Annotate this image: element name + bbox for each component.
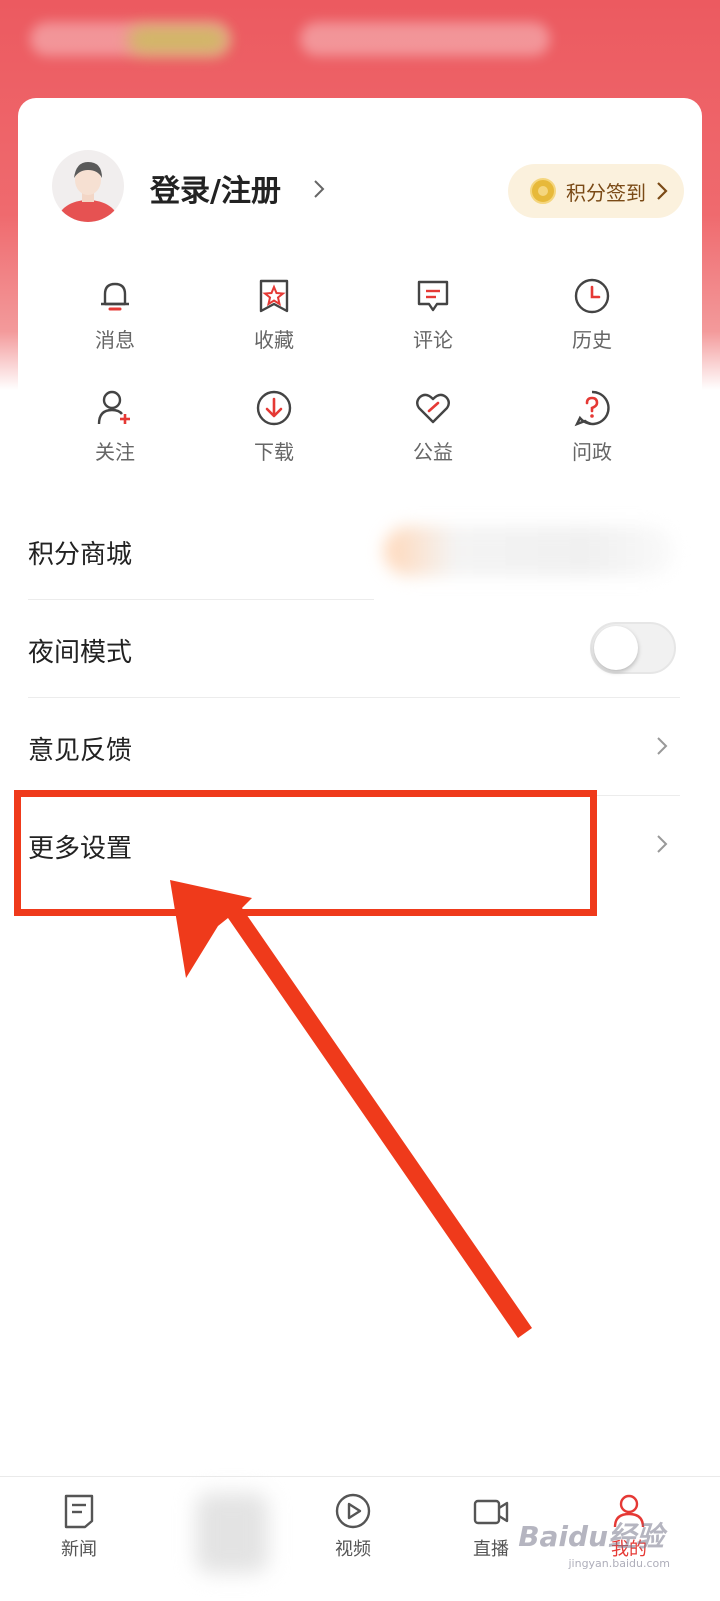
video-play-icon — [335, 1493, 371, 1529]
tab-news[interactable]: 新闻 — [24, 1491, 134, 1561]
live-camera-icon — [473, 1499, 509, 1525]
tab-label: 新闻 — [61, 1539, 97, 1560]
annotation-arrow — [170, 880, 532, 1338]
watermark: Baidu经验 — [518, 1520, 664, 1553]
watermark-url: jingyan.baidu.com — [568, 1557, 670, 1570]
tab-video[interactable]: 视频 — [298, 1491, 408, 1561]
bottom-navigation: 新闻 视频 直播 我的 Baidu经验 jingyan.baidu.com — [0, 1476, 720, 1601]
tab-label: 视频 — [335, 1539, 371, 1560]
blurred-center-tab[interactable] — [196, 1493, 268, 1573]
news-icon — [64, 1494, 94, 1529]
